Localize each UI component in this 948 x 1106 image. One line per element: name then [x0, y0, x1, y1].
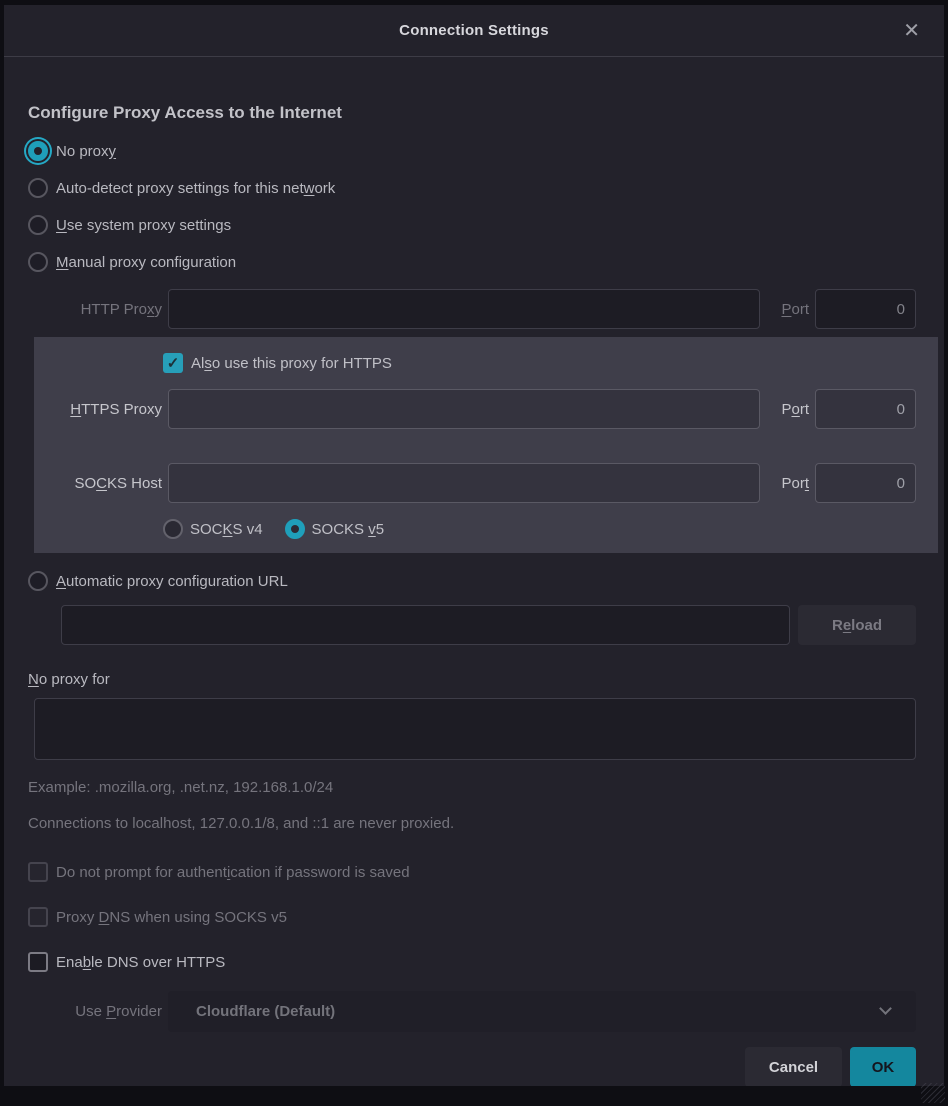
- dialog-content: Configure Proxy Access to the Internet N…: [4, 57, 944, 1086]
- socks-v5-option[interactable]: SOCKS v5: [285, 519, 385, 539]
- dialog-titlebar: Connection Settings ✕: [4, 5, 944, 57]
- radio-row-system-proxy[interactable]: Use system proxy settings: [28, 215, 916, 235]
- http-port-input[interactable]: [815, 289, 916, 329]
- https-port-input[interactable]: [815, 389, 916, 429]
- manual-proxy-radio[interactable]: [28, 252, 48, 272]
- radio-row-manual-proxy[interactable]: Manual proxy configuration: [28, 252, 916, 272]
- http-proxy-label: HTTP Proxy: [28, 301, 168, 318]
- radio-row-no-proxy[interactable]: No proxy: [28, 141, 916, 161]
- never-proxied-note: Connections to localhost, 127.0.0.1/8, a…: [28, 815, 916, 832]
- proxy-dns-checkbox[interactable]: [28, 907, 48, 927]
- http-proxy-input[interactable]: [168, 289, 760, 329]
- radio-row-auto-detect[interactable]: Auto-detect proxy settings for this netw…: [28, 178, 916, 198]
- http-port-label: Port: [760, 301, 815, 318]
- https-socks-highlight-section: ✓ Also use this proxy for HTTPS HTTPS Pr…: [34, 337, 938, 553]
- auto-url-input-row: Reload: [61, 605, 916, 645]
- http-proxy-row: HTTP Proxy Port: [28, 289, 916, 329]
- no-proxy-for-textarea[interactable]: [34, 698, 916, 760]
- socks-port-input[interactable]: [815, 463, 916, 503]
- no-proxy-label: No proxy: [56, 143, 116, 160]
- enable-doh-checkbox[interactable]: [28, 952, 48, 972]
- resize-grip[interactable]: [921, 1083, 945, 1103]
- https-proxy-row: HTTPS Proxy Port: [34, 389, 916, 429]
- doh-provider-value: Cloudflare (Default): [196, 1003, 335, 1020]
- socks-host-row: SOCKS Host Port: [34, 463, 916, 503]
- socks-v5-radio[interactable]: [285, 519, 305, 539]
- socks-v5-label: SOCKS v5: [312, 521, 385, 538]
- socks-v4-option[interactable]: SOCKS v4: [163, 519, 263, 539]
- page-title: Configure Proxy Access to the Internet: [28, 103, 916, 123]
- doh-provider-select[interactable]: Cloudflare (Default): [168, 991, 916, 1032]
- socks-v4-label: SOCKS v4: [190, 521, 263, 538]
- dialog-title: Connection Settings: [399, 22, 549, 39]
- no-proxy-example-text: Example: .mozilla.org, .net.nz, 192.168.…: [28, 779, 916, 796]
- system-proxy-radio[interactable]: [28, 215, 48, 235]
- no-proxy-radio[interactable]: [28, 141, 48, 161]
- checkbox-row-enable-doh[interactable]: Enable DNS over HTTPS: [28, 952, 916, 972]
- auto-url-radio[interactable]: [28, 571, 48, 591]
- proxy-dns-label: Proxy DNS when using SOCKS v5: [56, 909, 287, 926]
- use-provider-label: Use Provider: [28, 1003, 168, 1020]
- no-auth-prompt-checkbox[interactable]: [28, 862, 48, 882]
- https-proxy-label: HTTPS Proxy: [34, 401, 168, 418]
- no-auth-prompt-label: Do not prompt for authentication if pass…: [56, 864, 410, 881]
- enable-doh-label: Enable DNS over HTTPS: [56, 954, 225, 971]
- socks-version-row: SOCKS v4 SOCKS v5: [163, 519, 916, 539]
- manual-proxy-label: Manual proxy configuration: [56, 254, 236, 271]
- close-icon[interactable]: ✕: [897, 20, 926, 42]
- https-proxy-input[interactable]: [168, 389, 760, 429]
- socks-port-label: Port: [760, 475, 815, 492]
- auto-detect-radio[interactable]: [28, 178, 48, 198]
- reload-button[interactable]: Reload: [798, 605, 916, 645]
- doh-provider-row: Use Provider Cloudflare (Default): [28, 991, 916, 1032]
- auto-detect-label: Auto-detect proxy settings for this netw…: [56, 180, 335, 197]
- check-icon: ✓: [167, 356, 180, 371]
- system-proxy-label: Use system proxy settings: [56, 217, 231, 234]
- chevron-down-icon: [879, 1002, 892, 1015]
- auto-url-input[interactable]: [61, 605, 790, 645]
- ok-button[interactable]: OK: [850, 1047, 916, 1086]
- socks-v4-radio[interactable]: [163, 519, 183, 539]
- checkbox-row-proxy-dns[interactable]: Proxy DNS when using SOCKS v5: [28, 907, 916, 927]
- socks-host-label: SOCKS Host: [34, 475, 168, 492]
- no-proxy-for-label: No proxy for: [28, 671, 916, 688]
- auto-url-label: Automatic proxy configuration URL: [56, 573, 288, 590]
- https-port-label: Port: [760, 401, 815, 418]
- share-proxy-checkbox-row[interactable]: ✓ Also use this proxy for HTTPS: [163, 353, 916, 373]
- socks-host-input[interactable]: [168, 463, 760, 503]
- dialog-footer: Cancel OK: [28, 1047, 916, 1086]
- radio-row-auto-url[interactable]: Automatic proxy configuration URL: [28, 571, 916, 591]
- connection-settings-dialog: Connection Settings ✕ Configure Proxy Ac…: [4, 5, 944, 1086]
- share-proxy-checkbox[interactable]: ✓: [163, 353, 183, 373]
- cancel-button[interactable]: Cancel: [745, 1047, 842, 1086]
- checkbox-row-no-auth-prompt[interactable]: Do not prompt for authentication if pass…: [28, 862, 916, 882]
- share-proxy-label: Also use this proxy for HTTPS: [191, 355, 392, 372]
